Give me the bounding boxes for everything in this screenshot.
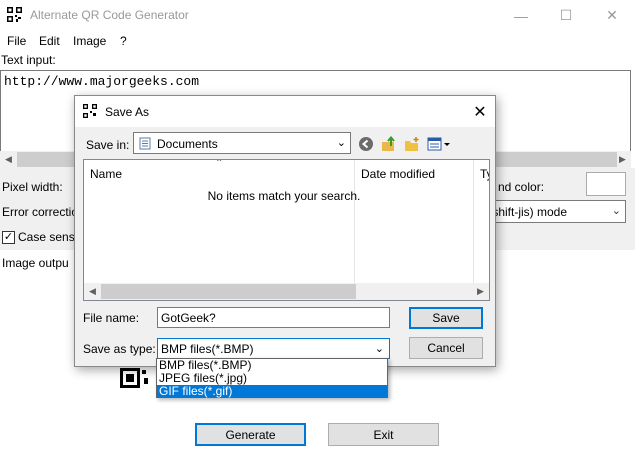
generate-button[interactable]: Generate bbox=[195, 423, 306, 446]
chevron-down-icon: ⌄ bbox=[374, 343, 384, 355]
file-list[interactable]: ⌃ Name Date modified Ty No items match y… bbox=[83, 159, 490, 301]
save-in-select[interactable]: Documents ⌄ bbox=[133, 132, 351, 154]
close-icon: ✕ bbox=[606, 7, 618, 23]
scroll-thumb[interactable] bbox=[101, 284, 356, 299]
empty-message: No items match your search. bbox=[207, 189, 361, 203]
file-name-label: File name: bbox=[83, 311, 140, 325]
dialog-title: Save As bbox=[105, 105, 150, 119]
error-correction-label: Error correctio bbox=[2, 205, 79, 219]
close-button[interactable]: ✕ bbox=[589, 0, 635, 31]
back-arrow-icon[interactable] bbox=[358, 136, 374, 152]
documents-folder-icon bbox=[139, 137, 151, 150]
pixel-width-label: Pixel width: bbox=[2, 180, 63, 194]
menu-image[interactable]: Image bbox=[73, 34, 106, 48]
save-as-type-value: BMP files(*.BMP) bbox=[161, 342, 254, 356]
view-menu-icon[interactable] bbox=[427, 136, 451, 152]
save-button[interactable]: Save bbox=[409, 307, 483, 329]
case-sensitive-label: Case sensit bbox=[18, 230, 81, 244]
menu-file[interactable]: File bbox=[7, 34, 26, 48]
scroll-left-icon[interactable]: ◀ bbox=[84, 283, 101, 300]
maximize-icon: ☐ bbox=[559, 7, 573, 23]
case-sensitive-checkbox[interactable]: ✓ bbox=[2, 231, 15, 244]
cancel-button[interactable]: Cancel bbox=[409, 337, 483, 359]
text-input-label: Text input: bbox=[1, 53, 56, 67]
qr-code-icon bbox=[83, 104, 97, 118]
minimize-button[interactable]: — bbox=[498, 0, 544, 31]
column-name[interactable]: Name bbox=[84, 160, 354, 184]
background-color-label: nd color: bbox=[498, 180, 545, 194]
new-folder-icon[interactable] bbox=[404, 136, 420, 152]
save-as-type-dropdown: BMP files(*.BMP) JPEG files(*.jpg) GIF f… bbox=[156, 358, 388, 398]
save-in-label: Save in: bbox=[86, 138, 130, 152]
minimize-icon: — bbox=[514, 7, 528, 24]
file-list-hscrollbar[interactable]: ◀ ▶ bbox=[84, 283, 489, 300]
menu-edit[interactable]: Edit bbox=[39, 34, 60, 48]
image-output-label: Image outpu bbox=[2, 256, 69, 270]
save-as-type-select[interactable]: BMP files(*.BMP) ⌄ bbox=[157, 338, 390, 359]
up-folder-icon[interactable] bbox=[381, 136, 397, 152]
menu-help[interactable]: ? bbox=[120, 34, 127, 48]
exit-button[interactable]: Exit bbox=[328, 423, 439, 446]
scroll-right-icon[interactable]: ▶ bbox=[472, 283, 489, 300]
dialog-title-bar: Save As ✕ bbox=[75, 96, 495, 127]
title-bar: Alternate QR Code Generator — ☐ ✕ bbox=[0, 0, 635, 31]
chevron-down-icon: ⌄ bbox=[336, 137, 346, 149]
scroll-left-icon[interactable]: ◀ bbox=[0, 151, 17, 168]
menu-bar: File Edit Image ? bbox=[0, 31, 635, 51]
scroll-right-icon[interactable]: ▶ bbox=[614, 151, 631, 168]
file-name-input[interactable]: GotGeek? bbox=[157, 307, 390, 328]
type-option-gif[interactable]: GIF files(*.gif) bbox=[157, 385, 387, 398]
column-date-modified[interactable]: Date modified bbox=[355, 160, 473, 184]
qr-code-icon bbox=[7, 7, 22, 22]
save-as-type-label: Save as type: bbox=[83, 342, 156, 356]
background-color-picker[interactable] bbox=[586, 172, 626, 196]
save-as-dialog: Save As ✕ Save in: Documents ⌄ ⌃ Name Da… bbox=[74, 95, 496, 367]
window-title: Alternate QR Code Generator bbox=[30, 8, 189, 22]
close-icon: ✕ bbox=[473, 103, 487, 121]
dialog-close-button[interactable]: ✕ bbox=[465, 96, 495, 127]
column-type[interactable]: Ty bbox=[474, 160, 489, 184]
chevron-down-icon: ⌄ bbox=[611, 205, 621, 217]
save-in-value: Documents bbox=[157, 137, 218, 151]
maximize-button[interactable]: ☐ bbox=[543, 0, 589, 31]
